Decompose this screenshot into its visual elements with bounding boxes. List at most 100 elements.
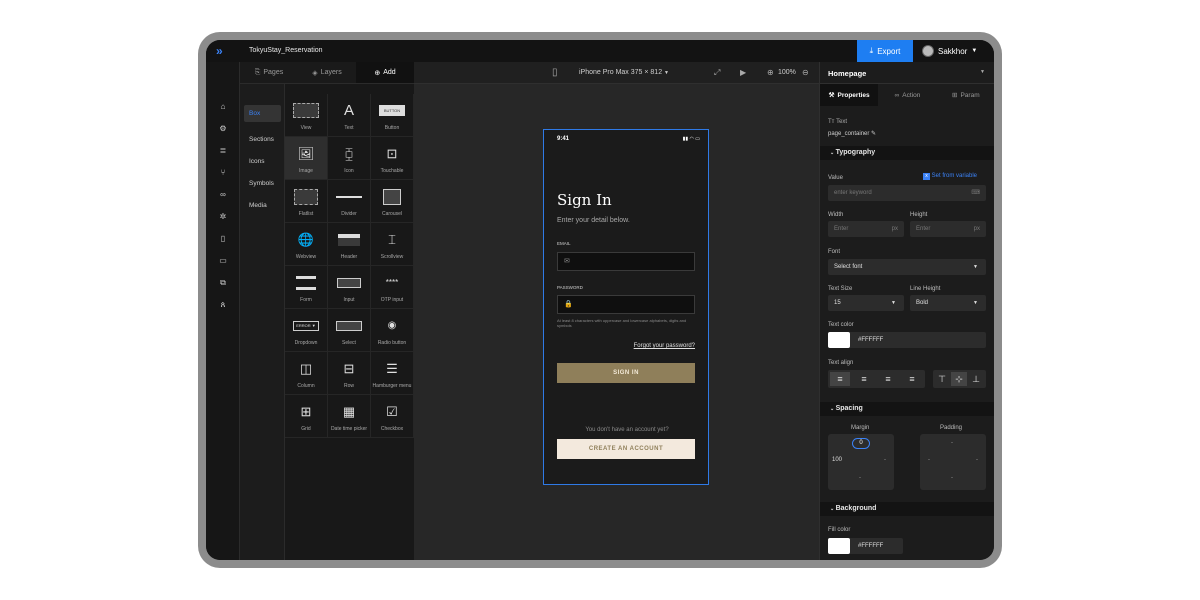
section-typography[interactable]: ⌄ Typography xyxy=(820,146,994,160)
component-label: Dropdown xyxy=(294,340,318,346)
category-media[interactable]: Media xyxy=(244,197,281,214)
component-divider[interactable]: Divider xyxy=(328,180,371,223)
margin-editor[interactable]: 0 100 - - xyxy=(828,434,894,490)
padding-right-value[interactable]: - xyxy=(976,457,978,463)
component-otp-input[interactable]: **** OTP input xyxy=(371,266,414,309)
tab-properties[interactable]: ⚒ Properties xyxy=(820,84,879,106)
component-row[interactable]: ⊟ Row xyxy=(328,352,371,395)
tab-add[interactable]: ⊕ Add xyxy=(356,62,414,83)
component-flatlist[interactable]: Flatlist xyxy=(285,180,328,223)
zoom-out-icon[interactable]: ⊖ xyxy=(802,68,809,77)
component-hamburger-menu[interactable]: ☰ Hamburger menu xyxy=(371,352,414,395)
element-name[interactable]: page_container ✎ xyxy=(828,130,876,137)
component-header[interactable]: Header xyxy=(328,223,371,266)
pencil-icon: ✎ xyxy=(871,131,877,137)
component-icon[interactable]: ⧮ Icon xyxy=(328,137,371,180)
home-icon[interactable]: ⌂ xyxy=(218,102,228,112)
align-top-icon[interactable]: ⊤ xyxy=(934,372,950,386)
component-column[interactable]: ◫ Column xyxy=(285,352,328,395)
element-type-label: Text xyxy=(836,119,848,125)
line-height-select[interactable]: Bold ▼ xyxy=(910,295,986,311)
settings-icon[interactable]: ⚙ xyxy=(218,124,228,134)
user-menu[interactable]: Sakkhor ▼ xyxy=(922,40,977,62)
device-select[interactable]: iPhone Pro Max 375 × 812 ▼ xyxy=(579,69,669,76)
font-select[interactable]: Select font ▼ xyxy=(828,259,986,275)
fill-color-swatch[interactable] xyxy=(828,538,850,554)
tab-action[interactable]: ∞ Action xyxy=(878,84,936,106)
link-icon[interactable]: ∞ xyxy=(218,190,228,200)
text-color-input[interactable]: #FFFFFF xyxy=(828,332,986,348)
expand-icon[interactable]: ⤢ xyxy=(714,68,720,78)
create-account-button[interactable]: CREATE AN ACCOUNT xyxy=(557,439,695,459)
gear-icon[interactable]: ✲ xyxy=(218,212,228,222)
component-scrollview[interactable]: ⌶ Scrollview xyxy=(371,223,414,266)
align-right-icon[interactable]: ≡ xyxy=(878,372,898,386)
component-select[interactable]: Select xyxy=(328,309,371,352)
height-input[interactable]: Enter px xyxy=(910,221,986,237)
component-grid[interactable]: ⊞ Grid xyxy=(285,395,328,438)
component-input[interactable]: Input xyxy=(328,266,371,309)
component-touchable[interactable]: ⊡ Touchable xyxy=(371,137,414,180)
set-from-variable-button[interactable]: x Set from variable xyxy=(923,173,977,180)
padding-top-value[interactable]: - xyxy=(951,440,953,446)
component-image[interactable]: 🖼 Image xyxy=(285,137,328,180)
component-view[interactable]: View xyxy=(285,94,328,137)
play-icon[interactable]: ▶ xyxy=(740,68,746,77)
zoom-in-icon[interactable]: ⊕ xyxy=(767,68,774,77)
category-icons[interactable]: Icons xyxy=(244,153,281,170)
branch-icon[interactable]: ⑂ xyxy=(218,168,228,178)
category-symbols[interactable]: Symbols xyxy=(244,175,281,192)
users-icon[interactable]: ጰ xyxy=(218,300,228,310)
value-input[interactable]: enter keyword ⌨ xyxy=(828,185,986,201)
text-color-swatch[interactable] xyxy=(828,332,850,348)
wrench-icon: ⚒ xyxy=(828,92,835,99)
email-field[interactable]: ✉ xyxy=(557,252,695,271)
export-button[interactable]: ⤓ Export xyxy=(857,40,913,62)
component-radio-button[interactable]: ◉ Radio button xyxy=(371,309,414,352)
page-selector[interactable]: Homepage ▼ xyxy=(820,62,994,84)
margin-top-value[interactable]: 0 xyxy=(852,438,870,449)
align-middle-icon[interactable]: ⊹ xyxy=(951,372,967,386)
tab-param[interactable]: ⊞ Param xyxy=(937,84,994,106)
phone-artboard[interactable]: 9:41 ▮▮ ◠ ▭ Sign In Enter your detail be… xyxy=(543,129,709,485)
components-icon[interactable]: ⧉ xyxy=(218,278,228,288)
component-date-time-picker[interactable]: ▦ Date time picker xyxy=(328,395,371,438)
padding-bottom-value[interactable]: - xyxy=(951,475,953,481)
component-carousel[interactable]: Carousel xyxy=(371,180,414,223)
category-box[interactable]: Box xyxy=(244,105,281,122)
width-input[interactable]: Enter px xyxy=(828,221,904,237)
margin-right-value[interactable]: - xyxy=(884,457,886,463)
mail-icon: ✉ xyxy=(564,258,570,265)
chevron-down-icon: ▼ xyxy=(980,69,985,75)
section-spacing[interactable]: ⌄ Spacing xyxy=(820,402,994,416)
forgot-password-link[interactable]: Forgot your password? xyxy=(634,343,695,349)
component-form[interactable]: Form xyxy=(285,266,328,309)
category-sections[interactable]: Sections xyxy=(244,131,281,148)
margin-bottom-value[interactable]: - xyxy=(859,475,861,481)
page-name: Homepage xyxy=(828,69,867,78)
component-checkbox[interactable]: ☑ Checkbox xyxy=(371,395,414,438)
tab-pages[interactable]: ⎘ Pages xyxy=(240,62,298,83)
password-field[interactable]: 🔒 xyxy=(557,295,695,314)
text-size-select[interactable]: 15 ▼ xyxy=(828,295,904,311)
app-logo-icon[interactable]: » xyxy=(216,45,223,57)
component-webview[interactable]: 🌐 Webview xyxy=(285,223,328,266)
component-label: Image xyxy=(299,168,313,174)
component-text[interactable]: A Text xyxy=(328,94,371,137)
desktop-icon[interactable]: ▭ xyxy=(218,256,228,266)
padding-left-value[interactable]: - xyxy=(928,457,930,463)
component-dropdown[interactable]: ERROR ▼ Dropdown xyxy=(285,309,328,352)
mobile-icon[interactable]: ▯ xyxy=(218,234,228,244)
align-bottom-icon[interactable]: ⊥ xyxy=(968,372,984,386)
tab-layers[interactable]: ◈ Layers xyxy=(298,62,356,83)
margin-left-value[interactable]: 100 xyxy=(832,457,842,463)
database-icon[interactable]: ≣ xyxy=(218,146,228,156)
component-button[interactable]: BUTTON Button xyxy=(371,94,414,137)
section-background[interactable]: ⌄ Background xyxy=(820,502,994,516)
device-icon[interactable]: ▯ xyxy=(552,67,558,78)
padding-editor[interactable]: - - - - xyxy=(920,434,986,490)
align-center-icon[interactable]: ≡ xyxy=(854,372,874,386)
align-left-icon[interactable]: ≡ xyxy=(830,372,850,386)
signin-button[interactable]: SIGN IN xyxy=(557,363,695,383)
align-justify-icon[interactable]: ≡ xyxy=(902,372,922,386)
